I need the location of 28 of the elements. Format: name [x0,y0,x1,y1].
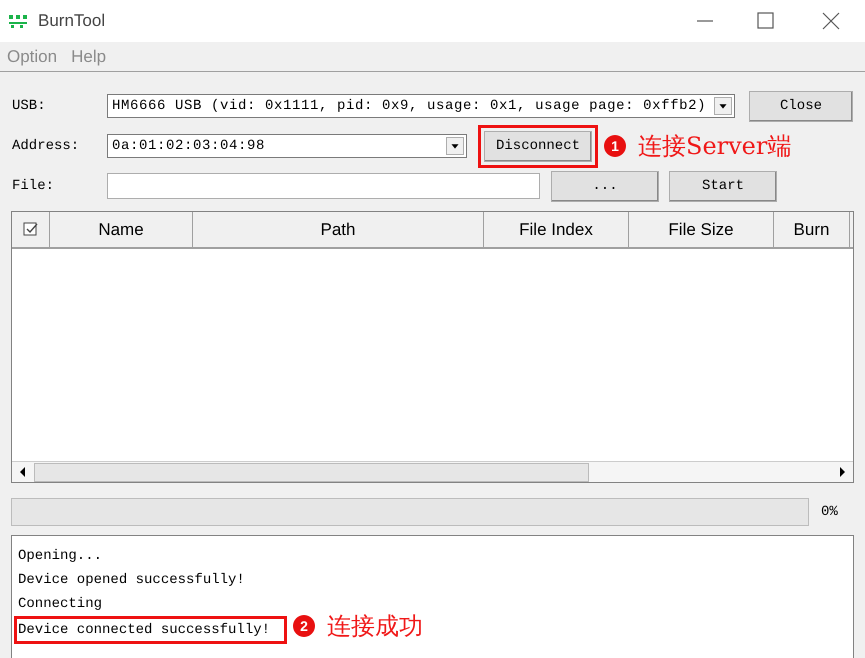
annotation-text: 连接成功 [327,611,424,642]
annotation-text: 连接Server端 [638,131,792,162]
step-badge: 2 [293,615,316,637]
close-button[interactable]: Close [749,90,853,122]
field-label: Address: [12,136,80,156]
field-label: File: [12,176,56,196]
log-line: Opening... [17,547,104,566]
address-dropdown[interactable]: 0a:01:02:03:04:98 [107,134,467,158]
column-header[interactable]: Burn [774,212,850,247]
column-header[interactable]: Name [50,212,193,247]
file-path-field[interactable] [107,173,540,199]
scrollbar-thumb[interactable] [34,462,589,482]
column-header[interactable]: File Index [484,212,629,247]
disconnect-button[interactable]: Disconnect [484,130,592,162]
usb-dropdown[interactable]: HM6666 USB (vid: 0x1111, pid: 0x9, usage: 0x1, usage page: 0xffb2) [107,94,735,118]
log-line: Device opened successfully! [17,571,246,590]
log-line: Connecting [17,595,104,614]
column-header[interactable]: Path [193,212,484,247]
field-label: USB: [12,96,47,116]
browse-button[interactable]: ... [551,170,659,202]
window-title: BurnTool [38,10,106,32]
column-header[interactable]: File Size [629,212,774,247]
progress-reading: 0% [821,502,838,522]
select-all-checkbox-icon[interactable] [22,220,40,238]
start-button[interactable]: Start [669,170,777,202]
horizontal-scrollbar[interactable] [12,461,853,482]
app-icon [8,14,28,28]
step-badge: 1 [604,135,626,157]
